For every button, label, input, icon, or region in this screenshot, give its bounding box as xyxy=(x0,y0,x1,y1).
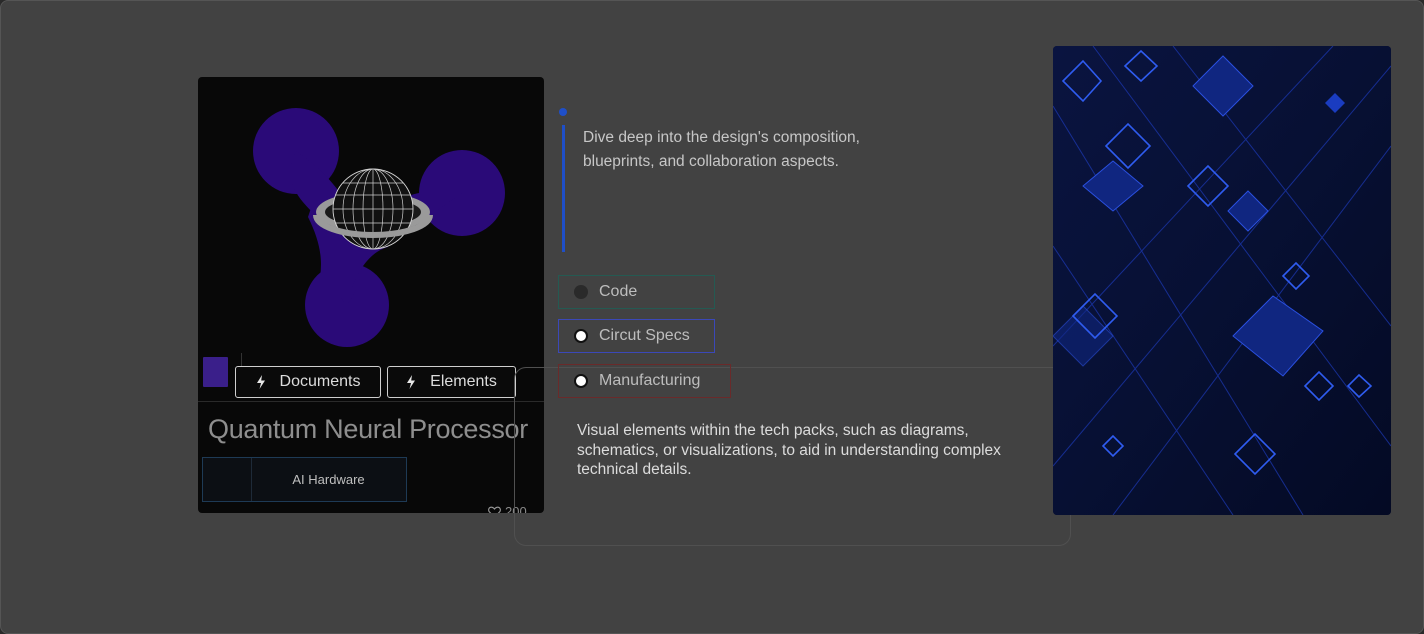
radio-icon[interactable] xyxy=(574,329,588,343)
radio-unselected-icon[interactable] xyxy=(574,285,588,299)
documents-button[interactable]: Documents xyxy=(235,366,381,398)
timeline-dot xyxy=(559,108,567,116)
option-code-label: Code xyxy=(599,283,638,300)
product-artwork xyxy=(253,108,505,347)
category-tag[interactable]: AI Hardware xyxy=(202,457,407,502)
panel-description: Visual elements within the tech packs, s… xyxy=(577,422,1001,478)
documents-button-label: Documents xyxy=(279,373,361,390)
elements-button[interactable]: Elements xyxy=(387,366,516,398)
product-card[interactable]: Documents Elements Quantum Neural Proces… xyxy=(198,77,544,513)
option-circuit-specs-label: Circut Specs xyxy=(599,327,690,344)
section-description: Dive deep into the design's composition,… xyxy=(583,129,860,170)
category-tag-label: AI Hardware xyxy=(292,472,365,487)
option-manufacturing-label: Manufacturing xyxy=(599,372,701,389)
product-title: Quantum Neural Processor xyxy=(208,414,528,444)
bolt-icon xyxy=(256,375,265,389)
divider xyxy=(198,401,544,402)
option-circuit-specs[interactable]: Circut Specs xyxy=(558,319,715,353)
option-code[interactable]: Code xyxy=(558,275,715,309)
heart-icon xyxy=(488,506,501,513)
bolt-icon xyxy=(407,375,416,389)
radio-icon[interactable] xyxy=(574,374,588,388)
option-manufacturing[interactable]: Manufacturing xyxy=(558,364,731,398)
hero-image xyxy=(1053,46,1391,515)
timeline-bar xyxy=(562,125,565,252)
elements-button-label: Elements xyxy=(430,373,497,390)
color-swatch xyxy=(203,357,228,387)
app-frame: Documents Elements Quantum Neural Proces… xyxy=(0,0,1424,634)
